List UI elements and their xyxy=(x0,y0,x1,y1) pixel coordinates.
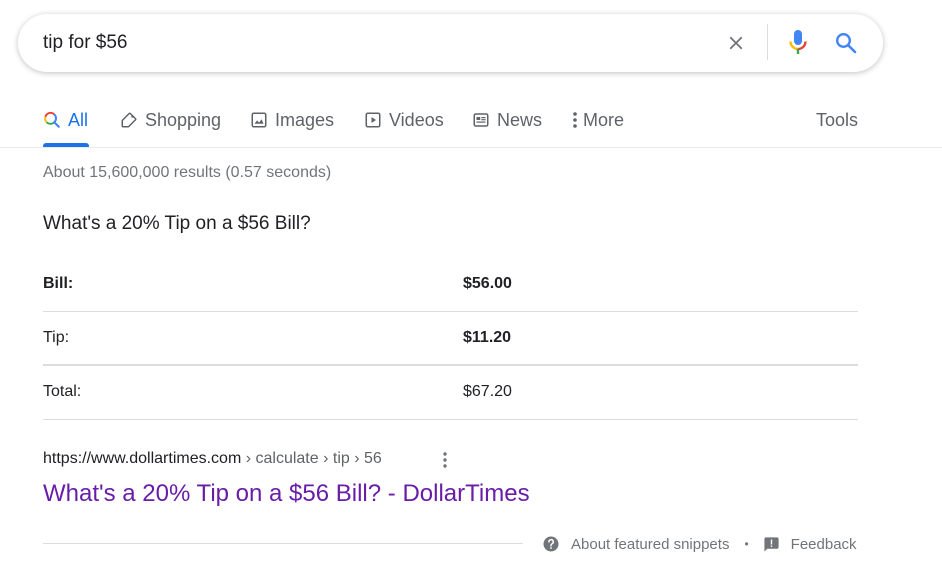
result-options-button[interactable] xyxy=(437,450,453,470)
tab-label: Shopping xyxy=(145,109,222,130)
row-label: Total: xyxy=(43,383,82,400)
feedback-label: Feedback xyxy=(790,535,857,553)
tag-icon xyxy=(120,111,138,129)
table-row: Bill: $56.00 xyxy=(43,258,858,312)
clear-search-button[interactable] xyxy=(722,29,750,57)
more-vertical-icon xyxy=(572,111,578,129)
about-featured-snippets-link[interactable]: About featured snippets xyxy=(542,535,729,553)
more-vertical-icon xyxy=(443,452,447,468)
tab-label: More xyxy=(583,109,625,130)
search-submit-button[interactable] xyxy=(831,28,861,58)
active-tab-indicator xyxy=(43,143,89,147)
searchbar-divider xyxy=(767,24,768,60)
tab-label: All xyxy=(68,109,89,130)
row-value: $67.20 xyxy=(463,383,512,400)
tab-videos[interactable]: Videos xyxy=(364,108,444,132)
search-icon xyxy=(43,111,61,129)
tab-all[interactable]: All xyxy=(43,108,88,132)
help-icon xyxy=(542,535,560,553)
tab-shopping[interactable]: Shopping xyxy=(120,108,221,132)
tab-label: Videos xyxy=(389,109,444,130)
separator-dot: • xyxy=(744,537,749,551)
tab-label: Images xyxy=(275,109,335,130)
tools-label: Tools xyxy=(816,109,859,130)
search-tabs: All Shopping Images Videos News More Too… xyxy=(0,100,942,148)
result-title-link[interactable]: What's a 20% Tip on a $56 Bill? - Dollar… xyxy=(43,480,530,508)
voice-search-button[interactable] xyxy=(783,28,813,58)
snippet-table: Bill: $56.00 Tip: $11.20 Total: $67.20 xyxy=(43,258,858,420)
search-results-page: All Shopping Images xyxy=(0,0,942,580)
result-url: https://www.dollartimes.com › calculate … xyxy=(43,450,382,468)
about-featured-snippets-label: About featured snippets xyxy=(571,535,730,553)
result-url-base: https://www.dollartimes.com xyxy=(43,450,242,467)
tab-images[interactable]: Images xyxy=(250,108,334,132)
table-row: Total: $67.20 xyxy=(43,366,858,420)
tab-more[interactable]: More xyxy=(572,108,624,132)
search-icon xyxy=(835,32,857,54)
tools-button[interactable]: Tools xyxy=(816,108,858,132)
feedback-link[interactable]: Feedback xyxy=(763,536,857,553)
snippet-heading: What's a 20% Tip on a $56 Bill? xyxy=(43,213,311,234)
image-icon xyxy=(250,111,268,129)
footer-divider xyxy=(43,543,523,544)
microphone-icon xyxy=(789,30,807,54)
close-icon xyxy=(729,36,743,50)
result-stats: About 15,600,000 results (0.57 seconds) xyxy=(43,164,332,181)
row-value: $56.00 xyxy=(463,275,512,292)
search-input[interactable] xyxy=(43,14,703,72)
feedback-icon xyxy=(763,536,780,553)
tab-news[interactable]: News xyxy=(472,108,542,132)
search-bar xyxy=(18,14,883,72)
row-value: $11.20 xyxy=(463,329,512,346)
play-icon xyxy=(364,111,382,129)
tab-label: News xyxy=(497,109,543,130)
row-label: Bill: xyxy=(43,275,74,292)
snippet-footer: About featured snippets • Feedback xyxy=(542,534,857,554)
result-url-breadcrumb: › calculate › tip › 56 xyxy=(241,450,382,467)
newspaper-icon xyxy=(472,111,490,129)
table-row: Tip: $11.20 xyxy=(43,312,858,366)
row-label: Tip: xyxy=(43,329,70,346)
